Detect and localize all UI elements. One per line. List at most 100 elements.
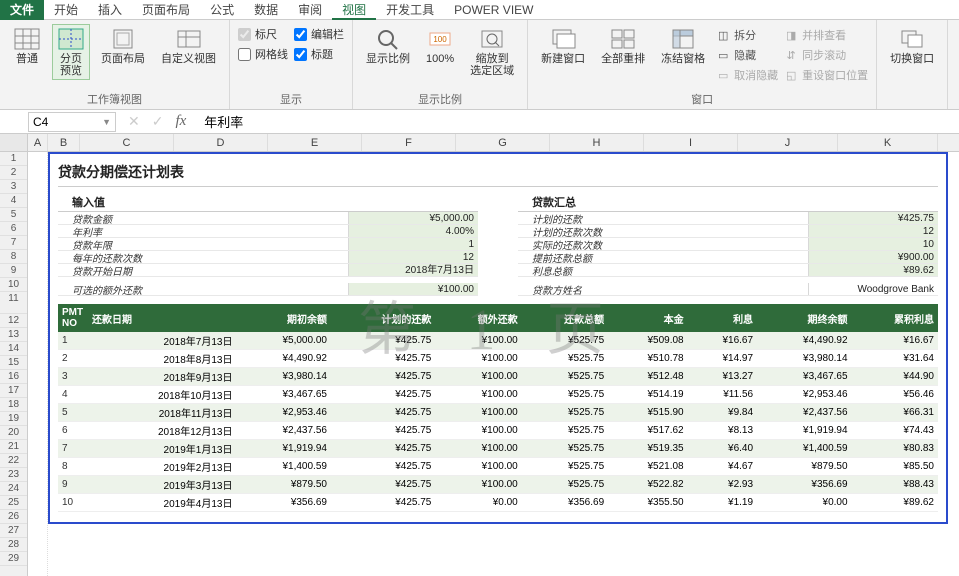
page-layout-view-button[interactable]: 页面布局 xyxy=(96,24,150,68)
col-header-F[interactable]: F xyxy=(362,134,456,151)
table-cell: ¥88.43 xyxy=(852,476,938,494)
kv-value: ¥5,000.00 xyxy=(348,212,478,224)
enter-icon[interactable]: ✓ xyxy=(152,113,164,130)
col-header-A[interactable]: A xyxy=(28,134,48,151)
tab-powerview[interactable]: POWER VIEW xyxy=(444,1,543,19)
col-header-I[interactable]: I xyxy=(644,134,738,151)
kv-value: 1 xyxy=(348,238,478,250)
table-header: PMT NO xyxy=(58,304,88,332)
tab-home[interactable]: 开始 xyxy=(44,0,88,20)
gridlines-checkbox[interactable]: 网格线 xyxy=(238,46,288,62)
custom-views-button[interactable]: 自定义视图 xyxy=(156,24,221,68)
row-header-28[interactable]: 28 xyxy=(0,538,27,552)
row-header-18[interactable]: 18 xyxy=(0,398,27,412)
tab-page-layout[interactable]: 页面布局 xyxy=(132,0,200,20)
row-header-1[interactable]: 1 xyxy=(0,152,27,166)
row-header-14[interactable]: 14 xyxy=(0,342,27,356)
row-header-12[interactable]: 12 xyxy=(0,314,27,328)
row-header-27[interactable]: 27 xyxy=(0,524,27,538)
split-button[interactable]: ◫拆分 xyxy=(716,26,778,44)
row-header-26[interactable]: 26 xyxy=(0,510,27,524)
row-header-25[interactable]: 25 xyxy=(0,496,27,510)
tab-insert[interactable]: 插入 xyxy=(88,0,132,20)
row-header-5[interactable]: 5 xyxy=(0,208,27,222)
table-cell: 2019年2月13日 xyxy=(88,458,236,476)
row-header-3[interactable]: 3 xyxy=(0,180,27,194)
row-header-6[interactable]: 6 xyxy=(0,222,27,236)
switch-windows-button[interactable]: 切换窗口 xyxy=(885,24,939,68)
select-all-corner[interactable] xyxy=(0,134,28,151)
table-row[interactable]: 32018年9月13日¥3,980.14¥425.75¥100.00¥525.7… xyxy=(58,368,938,386)
zoom-to-selection-button[interactable]: 缩放到 选定区域 xyxy=(465,24,519,80)
row-header-19[interactable]: 19 xyxy=(0,412,27,426)
row-header-24[interactable]: 24 xyxy=(0,482,27,496)
row-header-9[interactable]: 9 xyxy=(0,264,27,278)
headings-checkbox[interactable]: 标题 xyxy=(294,46,344,62)
col-header-J[interactable]: J xyxy=(738,134,838,151)
ruler-checkbox[interactable]: 标尺 xyxy=(238,26,288,42)
unhide-button[interactable]: ▭取消隐藏 xyxy=(716,66,778,84)
row-header-8[interactable]: 8 xyxy=(0,250,27,264)
col-header-E[interactable]: E xyxy=(268,134,362,151)
group-label: 窗口 xyxy=(536,91,868,107)
col-header-K[interactable]: K xyxy=(838,134,938,151)
table-cell: ¥509.08 xyxy=(608,332,687,350)
row-header-13[interactable]: 13 xyxy=(0,328,27,342)
new-window-button[interactable]: 新建窗口 xyxy=(536,24,590,68)
col-header-C[interactable]: C xyxy=(80,134,174,151)
sync-scroll-button[interactable]: ⇵同步滚动 xyxy=(784,46,868,64)
table-row[interactable]: 42018年10月13日¥3,467.65¥425.75¥100.00¥525.… xyxy=(58,386,938,404)
table-cell: ¥525.75 xyxy=(522,368,608,386)
zoom-button[interactable]: 显示比例 xyxy=(361,24,415,68)
side-by-side-button[interactable]: ◨并排查看 xyxy=(784,26,868,44)
arrange-all-button[interactable]: 全部重排 xyxy=(596,24,650,68)
formulabar-checkbox[interactable]: 编辑栏 xyxy=(294,26,344,42)
table-cell: ¥0.00 xyxy=(757,494,851,512)
row-header-17[interactable]: 17 xyxy=(0,384,27,398)
tab-review[interactable]: 审阅 xyxy=(288,0,332,20)
row-header-15[interactable]: 15 xyxy=(0,356,27,370)
table-row[interactable]: 92019年3月13日¥879.50¥425.75¥100.00¥525.75¥… xyxy=(58,476,938,494)
col-header-H[interactable]: H xyxy=(550,134,644,151)
chevron-down-icon[interactable]: ▼ xyxy=(102,117,111,127)
tab-formulas[interactable]: 公式 xyxy=(200,0,244,20)
row-header-23[interactable]: 23 xyxy=(0,468,27,482)
pagebreak-preview-button[interactable]: 分页 预览 xyxy=(52,24,90,80)
tab-view[interactable]: 视图 xyxy=(332,0,376,20)
tab-developer[interactable]: 开发工具 xyxy=(376,0,444,20)
row-header-7[interactable]: 7 xyxy=(0,236,27,250)
reset-pos-button[interactable]: ◱重设窗口位置 xyxy=(784,66,868,84)
row-header-29[interactable]: 29 xyxy=(0,552,27,566)
freeze-panes-button[interactable]: 冻结窗格 xyxy=(656,24,710,68)
table-cell: ¥521.08 xyxy=(608,458,687,476)
cancel-icon[interactable]: ✕ xyxy=(128,113,140,130)
row-header-16[interactable]: 16 xyxy=(0,370,27,384)
table-row[interactable]: 52018年11月13日¥2,953.46¥425.75¥100.00¥525.… xyxy=(58,404,938,422)
tab-data[interactable]: 数据 xyxy=(244,0,288,20)
fx-icon[interactable]: fx xyxy=(175,113,186,130)
zoom-100-button[interactable]: 100 100% xyxy=(421,24,459,68)
table-row[interactable]: 12018年7月13日¥5,000.00¥425.75¥100.00¥525.7… xyxy=(58,332,938,350)
name-box[interactable]: C4 ▼ xyxy=(28,112,116,132)
row-header-10[interactable]: 10 xyxy=(0,278,27,292)
row-header-22[interactable]: 22 xyxy=(0,454,27,468)
worksheet-grid[interactable]: 1234567891011121314151617181920212223242… xyxy=(0,152,959,576)
col-header-B[interactable]: B xyxy=(48,134,80,151)
table-row[interactable]: 62018年12月13日¥2,437.56¥425.75¥100.00¥525.… xyxy=(58,422,938,440)
normal-view-button[interactable]: 普通 xyxy=(8,24,46,68)
row-header-4[interactable]: 4 xyxy=(0,194,27,208)
table-row[interactable]: 22018年8月13日¥4,490.92¥425.75¥100.00¥525.7… xyxy=(58,350,938,368)
hide-button[interactable]: ▭隐藏 xyxy=(716,46,778,64)
row-header-2[interactable]: 2 xyxy=(0,166,27,180)
tab-file[interactable]: 文件 xyxy=(0,0,44,20)
row-header-21[interactable]: 21 xyxy=(0,440,27,454)
col-header-G[interactable]: G xyxy=(456,134,550,151)
table-row[interactable]: 72019年1月13日¥1,919.94¥425.75¥100.00¥525.7… xyxy=(58,440,938,458)
col-header-D[interactable]: D xyxy=(174,134,268,151)
row-header-11[interactable]: 11 xyxy=(0,292,27,314)
group-label: 工作簿视图 xyxy=(8,91,221,107)
table-row[interactable]: 82019年2月13日¥1,400.59¥425.75¥100.00¥525.7… xyxy=(58,458,938,476)
table-row[interactable]: 102019年4月13日¥356.69¥425.75¥0.00¥356.69¥3… xyxy=(58,494,938,512)
row-header-20[interactable]: 20 xyxy=(0,426,27,440)
formula-input[interactable] xyxy=(198,112,959,131)
